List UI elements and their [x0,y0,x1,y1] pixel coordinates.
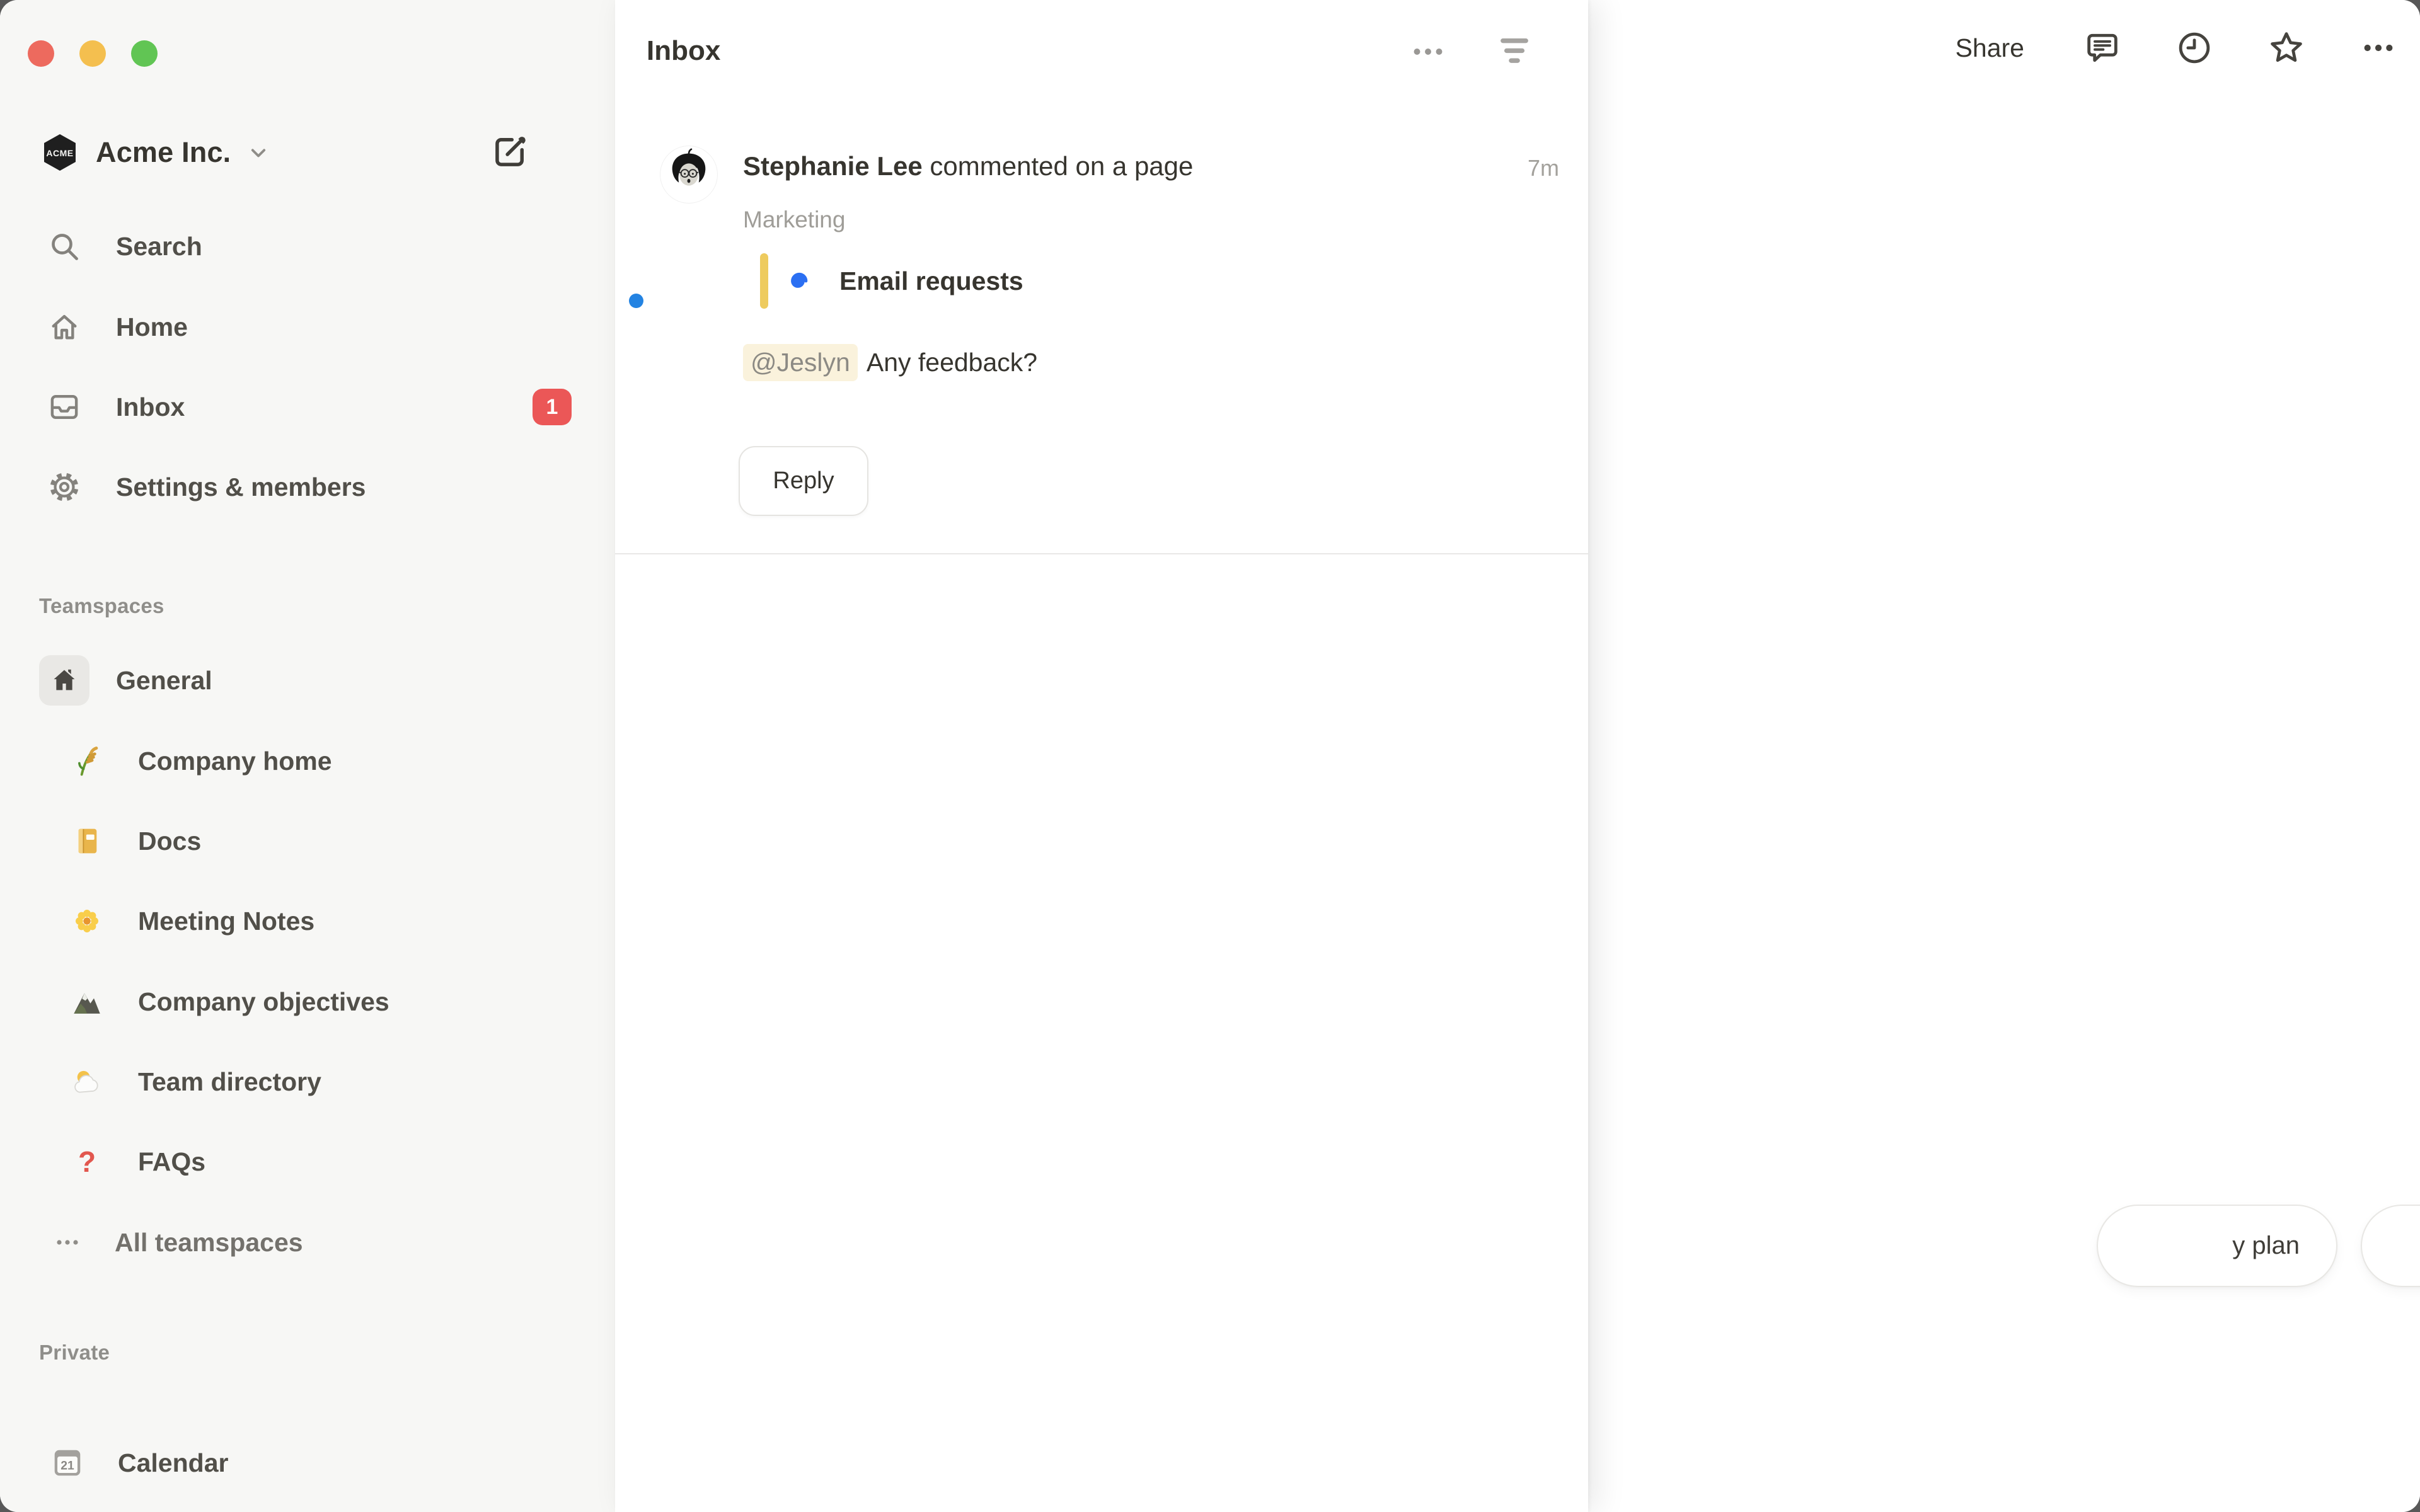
private-section-header[interactable]: Private [39,1341,110,1365]
sidebar-item-label: Docs [138,827,201,856]
sidebar-item-label: Search [116,232,202,261]
gear-icon [47,469,82,505]
template-pill-plan[interactable]: y plan [2097,1205,2337,1287]
teamspaces-section-header[interactable]: Teamspaces [39,594,164,618]
calendar-icon: 21 [49,1445,86,1481]
notion-window: ACME Acme Inc. Search Home [0,0,2420,1512]
favorite-star-icon[interactable] [2266,28,2307,68]
sidebar-item-label: General [116,666,212,696]
workspace-switcher[interactable]: ACME Acme Inc. [28,125,589,180]
ledger-icon [70,824,104,858]
sidebar-item-team-directory[interactable]: Team directory [13,1050,599,1113]
template-pill-label: y plan [2232,1232,2300,1260]
mountain-icon [70,985,104,1019]
sidebar-item-all-teamspaces[interactable]: All teamspaces [13,1211,599,1274]
inbox-popover: Inbox [615,0,1588,1512]
sidebar-item-label: FAQs [138,1147,205,1177]
sidebar-item-meeting-notes[interactable]: Meeting Notes [13,890,599,953]
notification-title: Stephanie Lee commented on a page [743,151,1193,181]
comment-text: @Jeslyn Any feedback? [743,341,1037,383]
sidebar-item-label: All teamspaces [115,1228,303,1257]
sidebar-item-inbox[interactable]: Inbox 1 [13,375,599,438]
inbox-tray-icon [47,389,82,425]
zoom-window-button[interactable] [131,40,158,67]
page-topbar: Share [1949,28,2399,68]
window-controls [28,40,158,67]
inbox-more-ellipsis-icon[interactable] [1406,30,1450,74]
question-mark-icon: ? [70,1145,104,1179]
sidebar-item-label: Calendar [118,1448,228,1478]
ellipsis-icon [52,1227,83,1257]
template-pill-journal[interactable]: Journal [2361,1205,2420,1287]
sidebar-item-home[interactable]: Home [13,295,599,358]
notification-item[interactable]: Stephanie Lee commented on a page 7m Mar… [615,126,1588,553]
sidebar-item-label: Meeting Notes [138,907,314,936]
sidebar-item-docs[interactable]: Docs [13,810,599,873]
share-button[interactable]: Share [1949,30,2031,67]
page-title: Email requests [839,266,1023,296]
notification-author: Stephanie Lee [743,151,923,181]
user-mention[interactable]: @Jeslyn [743,344,858,381]
sidebar-item-label: Home [116,312,188,342]
home-icon [47,309,82,345]
notification-divider [615,553,1588,554]
inbox-filter-icon[interactable] [1492,25,1536,76]
house-icon [39,655,89,706]
sidebar-item-faqs[interactable]: ? FAQs [13,1130,599,1193]
chevron-down-icon [245,139,272,166]
inbox-unread-badge: 1 [533,389,572,425]
sidebar-item-label: Team directory [138,1067,321,1097]
new-page-compose-button[interactable] [489,131,531,173]
quote-bar [760,253,768,309]
sidebar-item-company-objectives[interactable]: Company objectives [13,970,599,1033]
blossom-icon [70,904,104,938]
sidebar-item-label: Company home [138,747,332,776]
sidebar-item-label: Settings & members [116,472,366,502]
notification-timestamp: 7m [1528,155,1559,181]
inbox-popover-title: Inbox [647,35,720,67]
sidebar: ACME Acme Inc. Search Home [0,0,616,1512]
svg-text:21: 21 [60,1459,74,1472]
sidebar-item-label: Inbox [116,392,185,422]
sidebar-item-label: Company objectives [138,987,389,1017]
notification-action: commented on a page [923,151,1194,181]
comment-body: Any feedback? [867,348,1037,377]
minimize-window-button[interactable] [79,40,106,67]
reply-button[interactable]: Reply [739,446,868,516]
workspace-name: Acme Inc. [96,136,231,169]
svg-text:ACME: ACME [46,148,73,158]
sun-behind-cloud-icon [70,1065,104,1099]
avatar [660,146,717,203]
sidebar-item-settings[interactable]: Settings & members [13,455,599,518]
cyclone-icon [784,266,814,296]
sidebar-item-company-home[interactable]: Company home [13,730,599,793]
sheaf-of-rice-icon [70,744,104,778]
history-clock-icon[interactable] [2174,28,2215,68]
more-ellipsis-icon[interactable] [2358,28,2399,68]
unread-indicator-dot [629,294,643,308]
close-window-button[interactable] [28,40,54,67]
search-icon [47,229,82,264]
comments-icon[interactable] [2082,28,2123,68]
sidebar-item-general[interactable]: General [13,649,599,712]
sidebar-item-search[interactable]: Search [13,215,599,278]
notification-context-breadcrumb: Marketing [743,207,845,233]
workspace-logo: ACME [40,133,79,172]
notification-page-link[interactable]: Email requests [760,253,1023,309]
sidebar-item-calendar[interactable]: 21 Calendar [13,1431,599,1494]
